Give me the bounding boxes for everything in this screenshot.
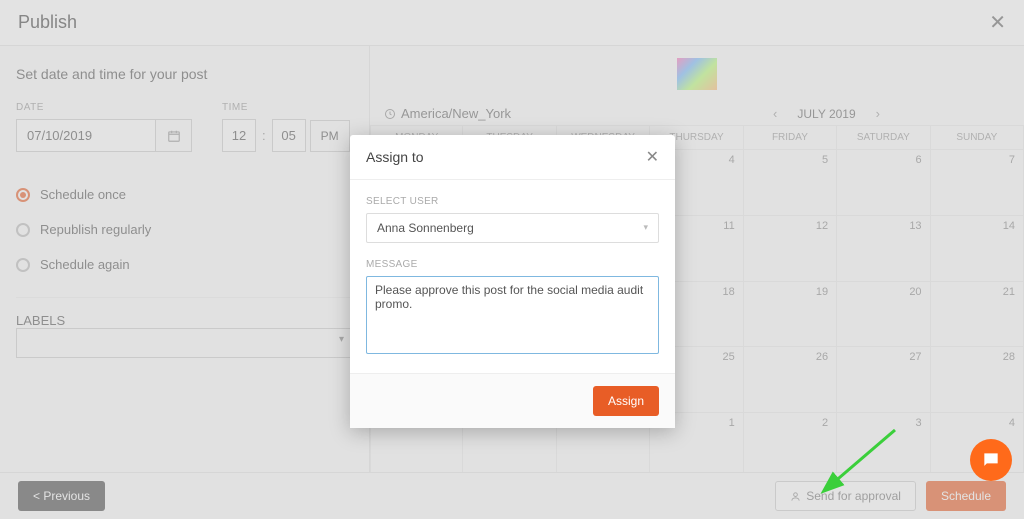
user-select[interactable]: Anna Sonnenberg (366, 213, 659, 243)
selected-user-text: Anna Sonnenberg (377, 221, 474, 235)
modal-body: SELECT USER Anna Sonnenberg MESSAGE (350, 180, 675, 373)
message-label: MESSAGE (366, 259, 659, 270)
message-textarea[interactable] (366, 276, 659, 354)
select-user-label: SELECT USER (366, 196, 659, 207)
close-icon[interactable]: ✕ (646, 147, 659, 167)
modal-footer: Assign (350, 373, 675, 428)
assign-button[interactable]: Assign (593, 386, 659, 416)
modal-title: Assign to (366, 149, 424, 165)
assign-to-modal: Assign to ✕ SELECT USER Anna Sonnenberg … (350, 135, 675, 428)
modal-header: Assign to ✕ (350, 135, 675, 180)
chat-launcher-icon[interactable] (970, 439, 1012, 481)
